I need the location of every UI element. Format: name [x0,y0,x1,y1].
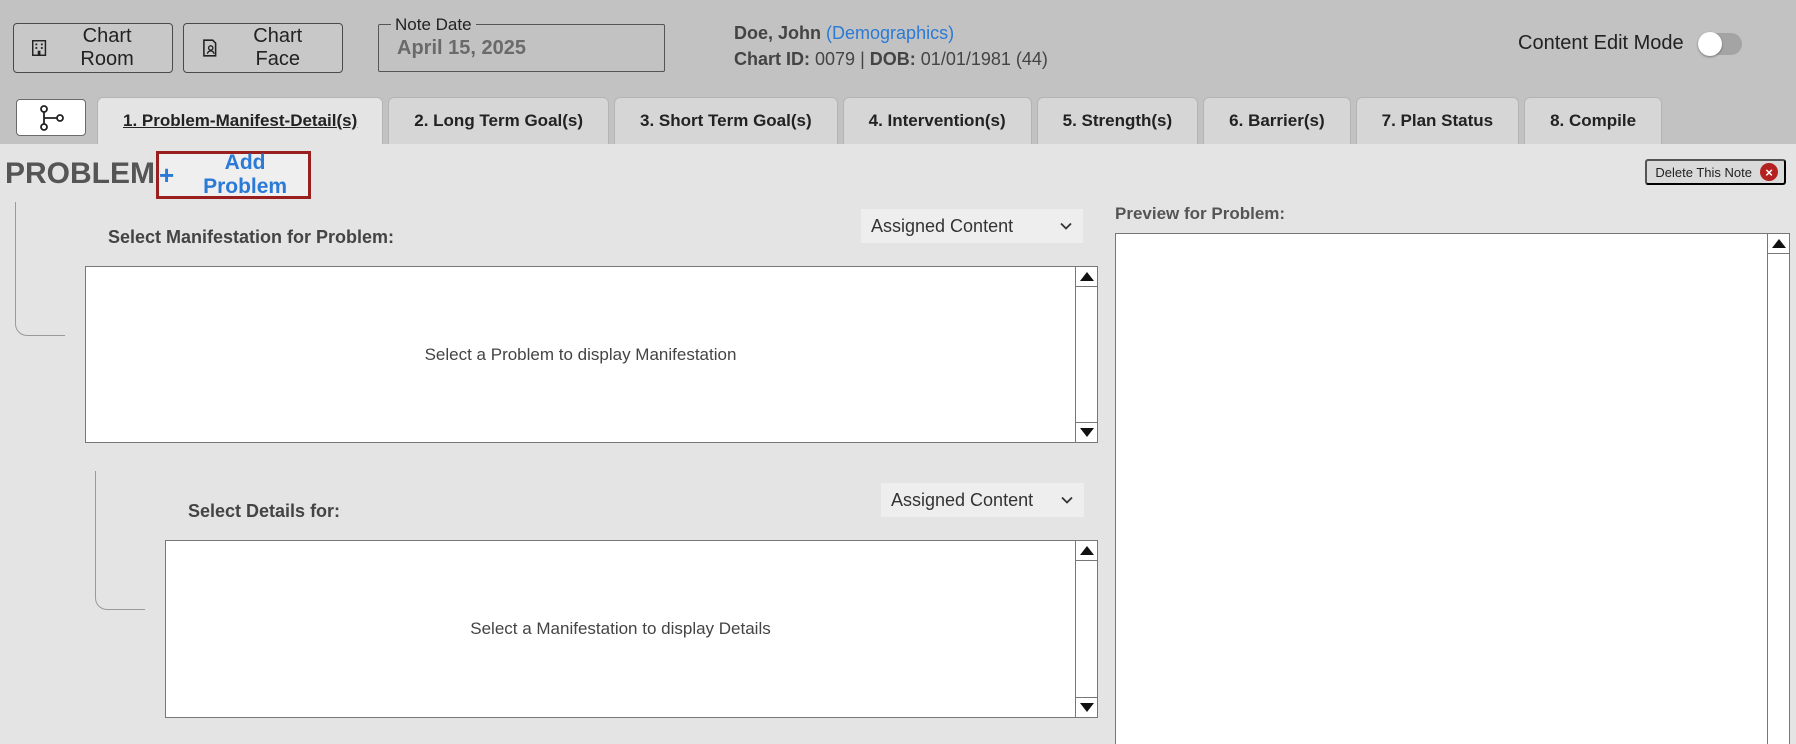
tab-long-term-goals[interactable]: 2. Long Term Goal(s) [388,97,610,144]
tree-connector [15,202,65,336]
details-list[interactable]: Select a Manifestation to display Detail… [165,540,1098,718]
scroll-up-arrow-icon[interactable] [1076,541,1097,561]
preview-panel [1115,233,1790,744]
note-date-label: Note Date [391,15,476,35]
details-scrollbar[interactable] [1075,541,1097,717]
details-filter-select[interactable]: Assigned Content [881,483,1084,517]
chart-face-button[interactable]: Chart Face [183,23,343,73]
preview-label: Preview for Problem: [1115,204,1286,223]
separator: | [860,49,865,69]
chevron-down-icon [1061,496,1073,504]
tab-strengths[interactable]: 5. Strength(s) [1036,97,1199,144]
manifestation-placeholder: Select a Problem to display Manifestatio… [424,344,737,364]
demographics-link[interactable]: (Demographics) [826,23,954,43]
tree-connector-details [95,471,145,610]
manifestation-filter-value: Assigned Content [871,215,1014,236]
close-icon: × [1760,163,1778,181]
scroll-up-arrow-icon[interactable] [1076,267,1097,287]
details-filter-value: Assigned Content [891,489,1034,510]
dob-value: 01/01/1981 (44) [920,49,1048,69]
delete-note-label: Delete This Note [1655,164,1752,180]
tab-interventions[interactable]: 4. Intervention(s) [842,97,1032,144]
chart-room-label: Chart Room [80,25,134,70]
chart-room-button[interactable]: Chart Room [13,23,173,73]
chart-id-label: Chart ID: [734,49,810,69]
manifestation-filter-select[interactable]: Assigned Content [861,209,1083,243]
manifestation-list[interactable]: Select a Problem to display Manifestatio… [85,266,1098,443]
problem-heading: PROBLEM: [5,157,165,190]
note-date-field[interactable]: Note Date April 15, 2025 [378,15,665,72]
note-date-value: April 15, 2025 [397,37,526,59]
manifestation-scrollbar[interactable] [1075,267,1097,442]
scroll-down-arrow-icon[interactable] [1076,697,1097,717]
building-icon [31,40,47,56]
tab-problem-manifest-details[interactable]: 1. Problem-Manifest-Detail(s) [97,97,384,144]
tab-barriers[interactable]: 6. Barrier(s) [1203,97,1351,144]
chevron-down-icon [1060,222,1072,230]
chart-id-value: 0079 [815,49,856,69]
content-edit-mode-label: Content Edit Mode [1518,32,1684,54]
branch-icon [40,104,64,131]
content-edit-mode-toggle[interactable] [1697,31,1742,56]
add-problem-label: Add Problem [203,151,288,198]
person-document-icon [203,39,217,57]
toggle-knob [1697,31,1722,56]
manifestation-label: Select Manifestation for Problem: [108,227,395,247]
add-problem-button[interactable]: + Add Problem [156,151,311,199]
chart-face-label: Chart Face [253,25,303,70]
details-placeholder: Select a Manifestation to display Detail… [470,619,771,638]
delete-note-button[interactable]: Delete This Note × [1645,159,1786,185]
tab-compile[interactable]: 8. Compile [1524,97,1663,144]
plus-icon: + [159,160,175,190]
tab-bar: 1. Problem-Manifest-Detail(s) 2. Long Te… [97,97,1663,144]
dob-label: DOB: [869,49,916,69]
patient-info: Doe, John (Demographics) Chart ID: 0079 … [734,20,1048,72]
workflow-button[interactable] [16,99,86,136]
tab-short-term-goals[interactable]: 3. Short Term Goal(s) [614,97,838,144]
patient-name: Doe, John [734,23,822,43]
scroll-down-arrow-icon[interactable] [1076,422,1097,442]
content-edit-mode: Content Edit Mode [1518,31,1742,56]
preview-scrollbar[interactable] [1767,234,1789,744]
details-label: Select Details for: [188,501,341,521]
scroll-up-arrow-icon[interactable] [1768,234,1789,254]
tab-plan-status[interactable]: 7. Plan Status [1355,97,1520,144]
